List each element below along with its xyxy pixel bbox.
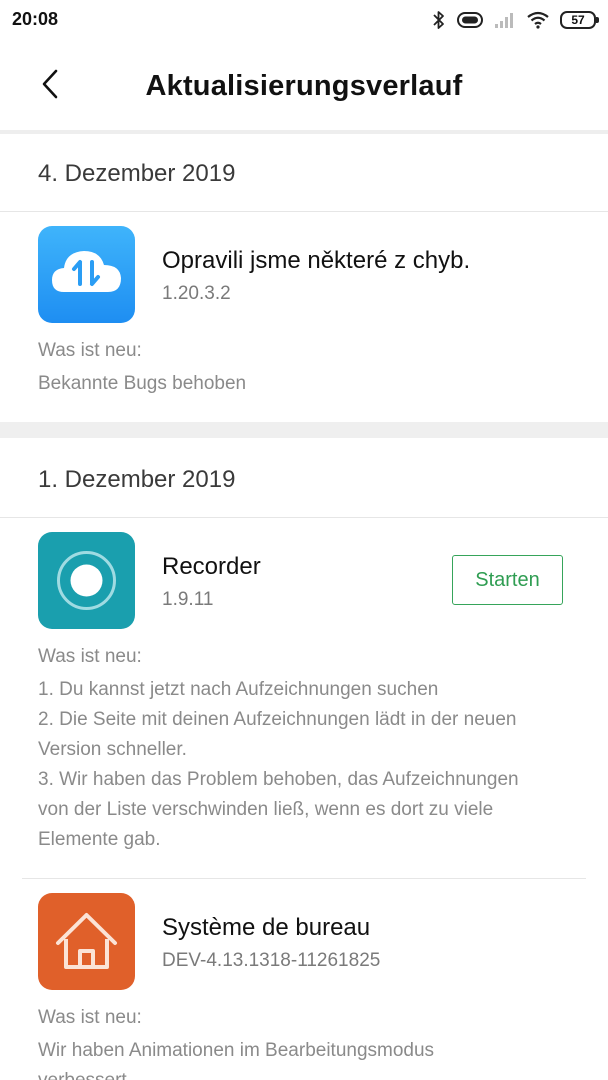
app-name: Opravili jsme některé z chyb.: [162, 247, 471, 274]
release-notes: Bekannte Bugs behoben: [38, 369, 578, 399]
app-name: Système de bureau: [162, 914, 371, 941]
note-line: Wir haben Animationen im Bearbeitungsmod…: [38, 1040, 435, 1061]
signal-icon: [494, 11, 516, 29]
note-line: verbessert.: [38, 1066, 578, 1080]
app-version: 1.9.11: [162, 589, 214, 610]
status-icons: 57: [432, 8, 599, 32]
note-line: Bekannte Bugs behoben: [38, 373, 247, 394]
divider: [22, 878, 586, 879]
bluetooth-icon: [432, 10, 446, 30]
section-gap: [0, 422, 608, 438]
section-date: 1. Dezember 2019: [38, 466, 236, 493]
note-line: von der Liste verschwinden ließ, wenn es…: [38, 799, 494, 820]
note-line: Elemente gab.: [38, 829, 161, 850]
app-version: DEV-4.13.1318-11261825: [162, 950, 381, 971]
battery-level: 57: [571, 13, 585, 27]
app-version: 1.20.3.2: [162, 283, 231, 304]
wifi-icon: [526, 11, 550, 29]
header: Aktualisierungsverlauf: [0, 42, 608, 130]
note-line: 2. Die Seite mit deinen Aufzeichnungen l…: [38, 709, 517, 730]
vibrate-icon: [456, 11, 484, 29]
page-title: Aktualisierungsverlauf: [145, 70, 463, 102]
whats-new-label: Was ist neu:: [38, 646, 142, 667]
cloud-sync-icon[interactable]: [38, 226, 135, 323]
whats-new-label: Was ist neu:: [38, 340, 142, 361]
home-icon[interactable]: [38, 893, 135, 990]
note-line: 3. Wir haben das Problem behoben, das Au…: [38, 769, 519, 790]
status-bar: 20:08 57: [0, 0, 608, 42]
divider: [0, 211, 608, 212]
whats-new-label: Was ist neu:: [38, 1007, 142, 1028]
release-notes: Wir haben Animationen im Bearbeitungsmod…: [38, 1036, 578, 1080]
note-line: Version schneller.: [38, 739, 187, 760]
app-name: Recorder: [162, 553, 261, 580]
status-time: 20:08: [12, 9, 59, 29]
divider: [0, 517, 608, 518]
header-divider: [0, 130, 608, 134]
battery-icon: 57: [560, 11, 599, 29]
release-notes: 1. Du kannst jetzt nach Aufzeichnungen s…: [38, 675, 578, 855]
start-button[interactable]: Starten: [452, 555, 563, 605]
note-line: 1. Du kannst jetzt nach Aufzeichnungen s…: [38, 679, 439, 700]
record-icon[interactable]: [38, 532, 135, 629]
section-date: 4. Dezember 2019: [38, 160, 236, 187]
